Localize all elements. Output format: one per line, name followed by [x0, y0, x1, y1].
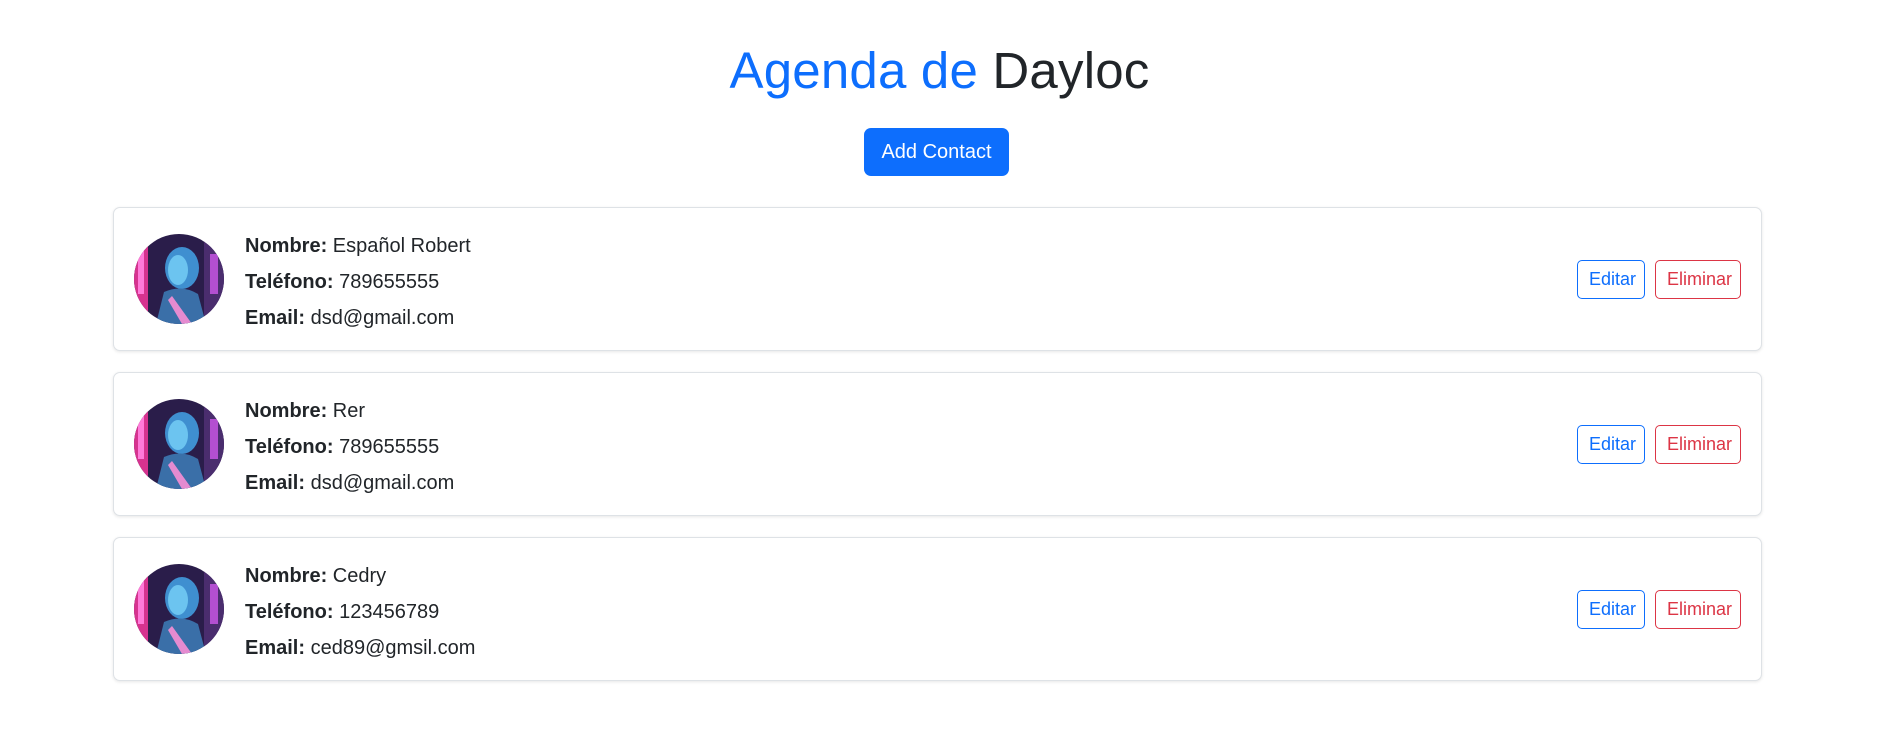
name-label: Nombre: [245, 400, 328, 422]
contact-email: ced89@gmsil.com [310, 637, 476, 659]
email-label: Email: [245, 472, 306, 494]
contact-avatar [134, 399, 224, 489]
contact-email: dsd@gmail.com [310, 472, 455, 494]
contact-phone: 789655555 [339, 436, 440, 458]
edit-button[interactable]: Editar [1577, 260, 1645, 299]
contact-card: Nombre: Rer Teléfono: 789655555 Email: d… [113, 372, 1762, 516]
contact-email: dsd@gmail.com [310, 307, 455, 329]
contact-email-row: Email: ced89@gmsil.com [245, 630, 475, 666]
contact-list: Nombre: Español Robert Teléfono: 7896555… [113, 207, 1762, 702]
name-label: Nombre: [245, 565, 328, 587]
contact-card: Nombre: Cedry Teléfono: 123456789 Email:… [113, 537, 1762, 681]
contact-phone: 123456789 [339, 601, 440, 623]
page-title: Agenda de Dayloc [0, 36, 1879, 106]
delete-button[interactable]: Eliminar [1655, 590, 1741, 629]
phone-label: Teléfono: [245, 271, 334, 293]
edit-button[interactable]: Editar [1577, 590, 1645, 629]
page-title-name: Dayloc [992, 42, 1150, 99]
contact-info: Nombre: Español Robert Teléfono: 7896555… [245, 228, 471, 336]
email-label: Email: [245, 307, 306, 329]
phone-label: Teléfono: [245, 601, 334, 623]
contact-name: Rer [332, 400, 366, 422]
contact-card: Nombre: Español Robert Teléfono: 7896555… [113, 207, 1762, 351]
contact-avatar [134, 234, 224, 324]
contact-actions: Editar Eliminar [1577, 260, 1741, 299]
contact-info: Nombre: Rer Teléfono: 789655555 Email: d… [245, 393, 454, 501]
page: Agenda de Dayloc Add Contact Nombre: Esp… [0, 0, 1879, 737]
delete-button[interactable]: Eliminar [1655, 425, 1741, 464]
contact-name-row: Nombre: Rer [245, 393, 454, 429]
add-contact-button[interactable]: Add Contact [864, 128, 1009, 176]
contact-actions: Editar Eliminar [1577, 590, 1741, 629]
delete-button[interactable]: Eliminar [1655, 260, 1741, 299]
phone-label: Teléfono: [245, 436, 334, 458]
contact-phone-row: Teléfono: 789655555 [245, 264, 471, 300]
contact-info: Nombre: Cedry Teléfono: 123456789 Email:… [245, 558, 475, 666]
name-label: Nombre: [245, 235, 328, 257]
edit-button[interactable]: Editar [1577, 425, 1645, 464]
contact-name-row: Nombre: Español Robert [245, 228, 471, 264]
contact-name: Español Robert [332, 235, 471, 257]
page-title-accent: Agenda de [729, 42, 979, 99]
contact-name: Cedry [332, 565, 387, 587]
contact-name-row: Nombre: Cedry [245, 558, 475, 594]
contact-phone-row: Teléfono: 123456789 [245, 594, 475, 630]
contact-phone: 789655555 [339, 271, 440, 293]
contact-email-row: Email: dsd@gmail.com [245, 465, 454, 501]
contact-actions: Editar Eliminar [1577, 425, 1741, 464]
email-label: Email: [245, 637, 306, 659]
contact-avatar [134, 564, 224, 654]
contact-email-row: Email: dsd@gmail.com [245, 300, 471, 336]
contact-phone-row: Teléfono: 789655555 [245, 429, 454, 465]
